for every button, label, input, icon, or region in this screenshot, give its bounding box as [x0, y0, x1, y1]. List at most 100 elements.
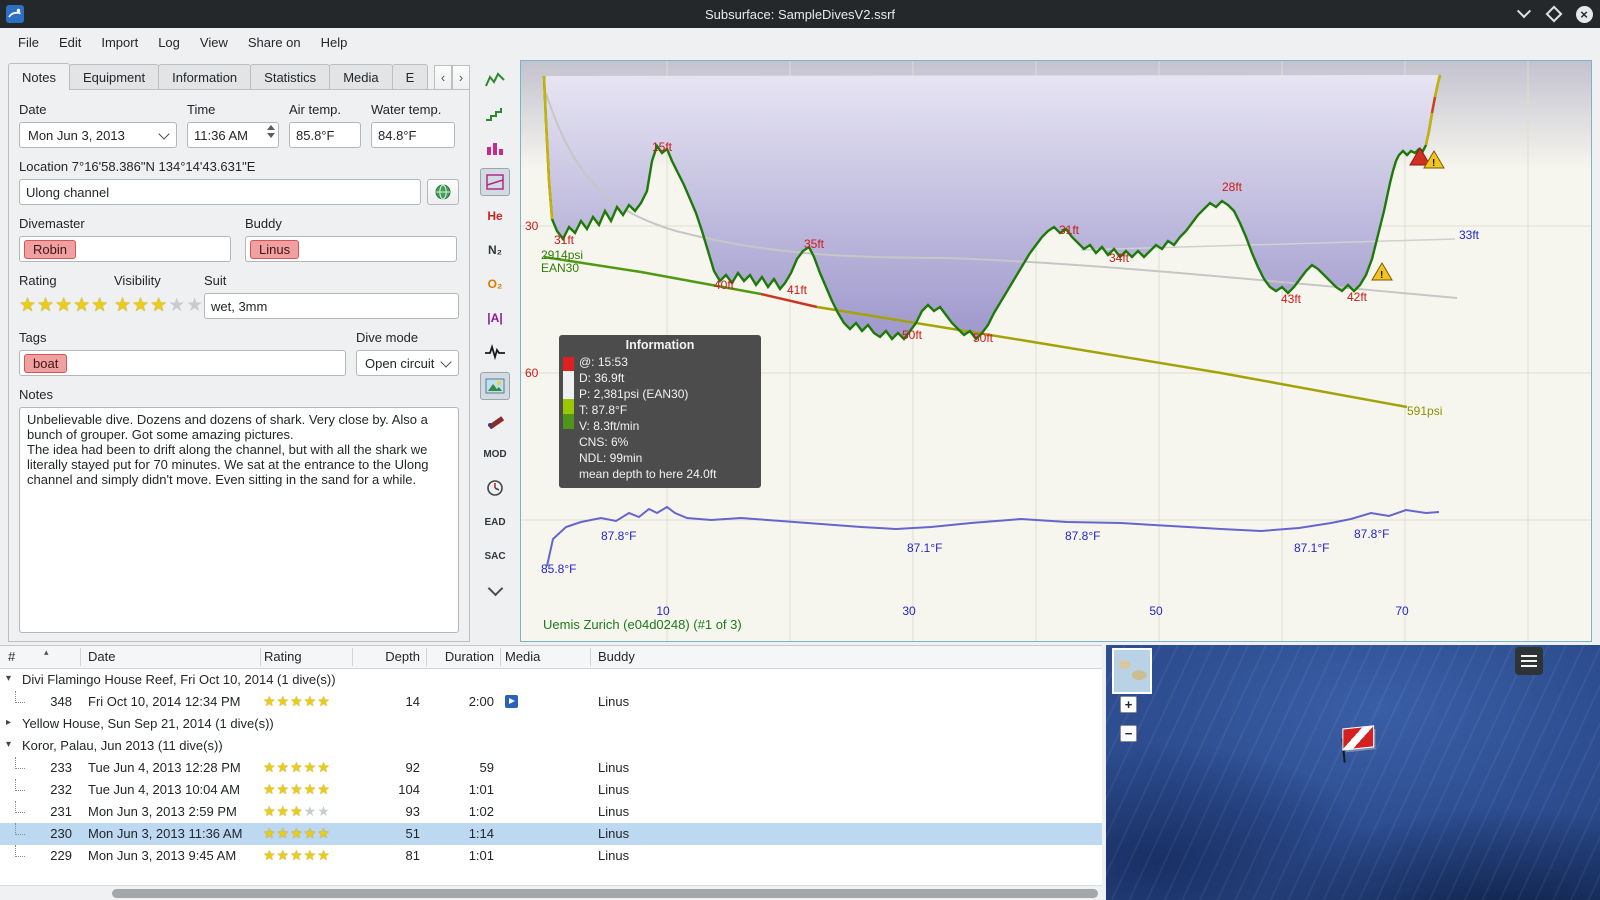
date-combobox[interactable]: Mon Jun 3, 2013 [19, 122, 177, 148]
spin-down-icon[interactable] [267, 133, 275, 138]
mod-icon[interactable]: MOD [480, 440, 510, 468]
photos-icon[interactable] [480, 372, 510, 400]
tab-information[interactable]: Information [158, 64, 252, 90]
tab-equipment[interactable]: Equipment [68, 64, 160, 90]
notes-textarea[interactable]: Unbelievable dive. Dozens and dozens of … [19, 407, 459, 633]
tags-field[interactable]: boat [19, 350, 346, 376]
header-buddy[interactable]: Buddy [598, 649, 635, 664]
n2-graph-icon[interactable]: N₂ [480, 236, 510, 264]
dive-row[interactable]: 229 Mon Jun 3, 2013 9:45 AM ★★★★★ 81 1:0… [0, 845, 1102, 867]
divemaster-field[interactable]: Robin [19, 236, 231, 262]
location-input[interactable] [19, 179, 421, 205]
trip-label: Yellow House, Sun Sep 21, 2014 (1 dive(s… [22, 716, 274, 731]
ruler-icon[interactable] [480, 406, 510, 434]
air-temp-input[interactable] [289, 122, 361, 148]
ead-icon[interactable]: EAD [480, 508, 510, 536]
header-rating[interactable]: Rating [264, 649, 302, 664]
rating-stars[interactable]: ★★★★★ [19, 296, 114, 315]
collapse-icon[interactable]: ▾ [6, 739, 11, 750]
scrollbar-handle[interactable] [112, 889, 1098, 898]
trip-row[interactable]: ▸ Yellow House, Sun Sep 21, 2014 (1 dive… [0, 713, 1102, 735]
tab-scroll-right-button[interactable]: › [452, 65, 470, 90]
buddy-field[interactable]: Linus [245, 236, 457, 262]
tab-notes[interactable]: Notes [8, 63, 70, 90]
dive-site-map[interactable]: + − [1106, 645, 1600, 900]
tab-media[interactable]: Media [329, 64, 393, 90]
media-icon[interactable] [505, 695, 518, 708]
dive-profile-chart[interactable]: ! ! 30 60 31ft 2914psi EAN30 15ft 40ft 4… [520, 60, 1592, 642]
dive-row[interactable]: 233 Tue Jun 4, 2013 12:28 PM ★★★★★ 92 59… [0, 757, 1102, 779]
info-title: Information [625, 338, 695, 352]
suit-input[interactable] [204, 293, 459, 319]
menu-log[interactable]: Log [148, 31, 190, 54]
svg-text:!: ! [1380, 270, 1383, 281]
time-input[interactable] [187, 122, 279, 148]
tab-extra[interactable]: E [391, 64, 429, 90]
menu-edit[interactable]: Edit [49, 31, 91, 54]
maximize-button[interactable] [1544, 4, 1564, 24]
collapse-icon[interactable]: ▾ [6, 673, 11, 684]
dive-depth: 51 [405, 826, 420, 841]
dc-ceiling-icon[interactable] [480, 66, 510, 94]
map-menu-button[interactable] [1515, 647, 1543, 675]
dive-row-selected[interactable]: 230 Mon Jun 3, 2013 11:36 AM ★★★★★ 51 1:… [0, 823, 1102, 845]
horizontal-scrollbar[interactable] [0, 885, 1102, 900]
tab-statistics[interactable]: Statistics [250, 64, 331, 90]
po2-graph-icon[interactable]: |A| [480, 304, 510, 332]
menu-file[interactable]: File [8, 31, 49, 54]
dive-flag-marker[interactable] [1334, 723, 1382, 767]
dive-duration: 2:00 [468, 694, 494, 709]
depth-label: 28ft [1222, 180, 1243, 194]
menu-view[interactable]: View [190, 31, 238, 54]
depth-axis-tick: 30 [525, 219, 539, 233]
header-media[interactable]: Media [505, 649, 540, 664]
heart-rate-icon[interactable] [480, 338, 510, 366]
window-title: Subsurface: SampleDivesV2.ssrf [704, 6, 896, 22]
depth-label: 41ft [787, 283, 808, 297]
dive-mode-label: Dive mode [356, 330, 419, 345]
dive-mode-combobox[interactable]: Open circuit [356, 350, 459, 376]
menu-help[interactable]: Help [311, 31, 358, 54]
water-temp-input[interactable] [371, 122, 455, 148]
sac-icon[interactable]: SAC [480, 542, 510, 570]
minimize-button[interactable] [1514, 4, 1534, 24]
temp-label: 87.8°F [601, 529, 637, 543]
dive-list: # ▴ Date Rating Depth Duration Media Bud… [0, 645, 1102, 900]
overview-minimap[interactable] [1112, 648, 1152, 694]
header-depth[interactable]: Depth [356, 649, 420, 664]
buddy-tag[interactable]: Linus [250, 239, 300, 259]
expand-icon[interactable]: ▸ [6, 717, 11, 728]
divemaster-tag[interactable]: Robin [24, 239, 76, 259]
notes-pane: Date Mon Jun 3, 2013 Time Air temp. Wate… [8, 89, 470, 642]
ndl-icon[interactable] [480, 474, 510, 502]
dive-row[interactable]: 231 Mon Jun 3, 2013 2:59 PM ★★★★★ 93 1:0… [0, 801, 1102, 823]
header-duration[interactable]: Duration [430, 649, 494, 664]
header-number[interactable]: # [8, 649, 15, 664]
menu-import[interactable]: Import [91, 31, 148, 54]
spin-up-icon[interactable] [267, 125, 275, 130]
toolbar-scroll-down-button[interactable] [480, 576, 510, 604]
tissues-icon[interactable] [480, 168, 510, 196]
trip-row[interactable]: ▾ Koror, Palau, Jun 2013 (11 dive(s)) [0, 735, 1102, 757]
zoom-in-button[interactable]: + [1120, 696, 1137, 713]
dive-depth: 81 [405, 848, 420, 863]
menu-share-on[interactable]: Share on [238, 31, 311, 54]
increment-ceiling-icon[interactable] [480, 100, 510, 128]
dive-row[interactable]: 348 Fri Oct 10, 2014 12:34 PM ★★★★★ 14 2… [0, 691, 1102, 713]
calc-ceiling-icon[interactable] [480, 134, 510, 162]
close-button[interactable]: × [1574, 4, 1594, 24]
tab-scroll-left-button[interactable]: ‹ [434, 65, 452, 90]
dive-row[interactable]: 232 Tue Jun 4, 2013 10:04 AM ★★★★★ 104 1… [0, 779, 1102, 801]
info-row: @: 15:53 [579, 355, 628, 369]
o2-graph-icon[interactable]: O₂ [480, 270, 510, 298]
zoom-out-button[interactable]: − [1120, 725, 1137, 742]
trip-row[interactable]: ▾ Divi Flamingo House Reef, Fri Oct 10, … [0, 669, 1102, 691]
he-graph-icon[interactable]: He [480, 202, 510, 230]
tag-boat[interactable]: boat [24, 353, 68, 373]
dive-rating-stars: ★★★★★ [263, 693, 331, 709]
map-location-button[interactable] [427, 179, 459, 205]
header-date[interactable]: Date [88, 649, 115, 664]
visibility-stars[interactable]: ★★★★★ [114, 296, 204, 315]
depth-label: 43ft [1281, 292, 1302, 306]
dive-list-header[interactable]: # ▴ Date Rating Depth Duration Media Bud… [0, 646, 1102, 669]
